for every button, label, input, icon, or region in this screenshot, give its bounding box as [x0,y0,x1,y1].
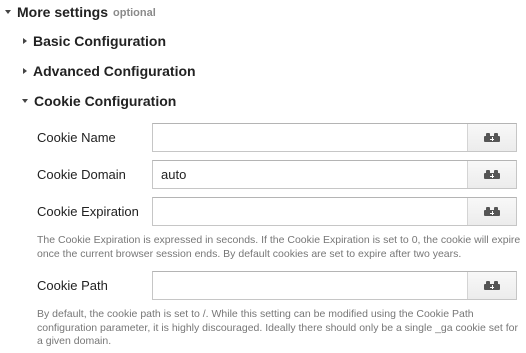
cookie-path-label: Cookie Path [37,278,108,293]
cookie-expiration-variable-button[interactable] [467,198,516,225]
more-settings-toggle[interactable]: More settings optional [5,4,156,20]
cookie-expiration-label: Cookie Expiration [37,204,139,219]
cookie-name-variable-button[interactable] [467,124,516,151]
cookie-expiration-field [152,197,517,226]
optional-label: optional [113,6,156,19]
cookie-name-label: Cookie Name [37,130,116,145]
cookie-expiration-input[interactable] [153,198,467,225]
caret-down-icon [5,10,11,14]
cookie-configuration-toggle[interactable]: Cookie Configuration [22,92,176,110]
caret-down-icon [22,99,28,103]
cookie-domain-field [152,160,517,189]
variable-picker-icon [484,281,500,290]
advanced-configuration-toggle[interactable]: Advanced Configuration [23,62,196,80]
cookie-configuration-label: Cookie Configuration [34,93,177,109]
cookie-path-input[interactable] [153,272,467,299]
cookie-name-input[interactable] [153,124,467,151]
variable-picker-icon [484,170,500,179]
more-settings-label: More settings [17,4,109,20]
cookie-path-help: By default, the cookie path is set to /.… [37,308,518,347]
cookie-expiration-help: The Cookie Expiration is expressed in se… [37,234,521,260]
settings-panel: More settings optional Basic Configurati… [0,0,526,353]
basic-configuration-label: Basic Configuration [33,33,167,49]
cookie-name-field [152,123,517,152]
cookie-path-field [152,271,517,300]
caret-right-icon [23,38,27,44]
caret-right-icon [23,68,27,74]
variable-picker-icon [484,133,500,142]
basic-configuration-toggle[interactable]: Basic Configuration [23,32,166,50]
cookie-domain-label: Cookie Domain [37,167,126,182]
cookie-path-variable-button[interactable] [467,272,516,299]
variable-picker-icon [484,207,500,216]
cookie-domain-variable-button[interactable] [467,161,516,188]
advanced-configuration-label: Advanced Configuration [33,63,196,79]
cookie-domain-input[interactable] [153,161,467,188]
